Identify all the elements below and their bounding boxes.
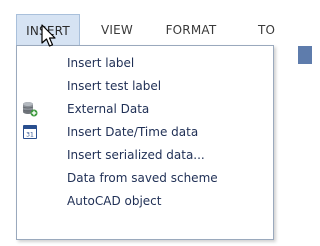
insert-dropdown-menu: Insert label Insert test label External … xyxy=(16,45,274,240)
menu-item-insert-serialized-data[interactable]: Insert serialized data... xyxy=(17,144,273,166)
menu-item-label: Insert test label xyxy=(67,79,162,93)
menu-item-label: External Data xyxy=(67,102,150,116)
menu-item-label: Insert serialized data... xyxy=(67,148,205,162)
calendar-icon-text: 31 xyxy=(26,132,34,139)
menu-item-label: Insert Date/Time data xyxy=(67,125,199,139)
mouse-cursor-icon xyxy=(40,24,60,50)
menu-item-insert-datetime[interactable]: 31 Insert Date/Time data xyxy=(17,121,273,143)
menu-format[interactable]: FORMAT xyxy=(158,14,224,46)
menu-item-autocad-object[interactable]: AutoCAD object xyxy=(17,190,273,212)
menu-item-insert-label[interactable]: Insert label xyxy=(17,52,273,74)
toolbar-edge xyxy=(298,46,312,64)
menu-item-insert-test-label[interactable]: Insert test label xyxy=(17,75,273,97)
database-add-icon xyxy=(22,101,38,117)
menu-item-label: AutoCAD object xyxy=(67,194,162,208)
app-window: INSERT VIEW FORMAT TO Insert label Inser… xyxy=(0,0,312,246)
menu-item-external-data[interactable]: External Data xyxy=(17,98,273,120)
calendar-31-icon: 31 xyxy=(22,124,38,140)
menu-item-label: Insert label xyxy=(67,56,135,70)
menu-item-data-from-saved-scheme[interactable]: Data from saved scheme xyxy=(17,167,273,189)
menu-view[interactable]: VIEW xyxy=(95,14,139,46)
menu-item-label: Data from saved scheme xyxy=(67,171,218,185)
menu-tools-partial[interactable]: TO xyxy=(258,14,312,46)
